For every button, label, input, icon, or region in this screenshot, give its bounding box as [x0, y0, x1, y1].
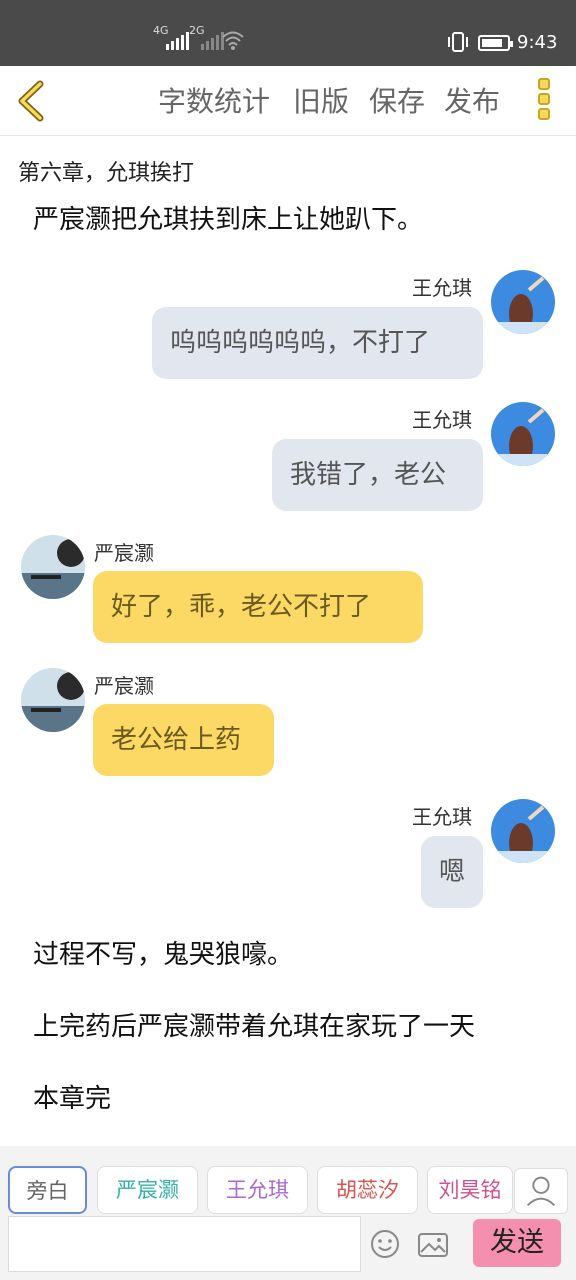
message-speaker: 王允琪	[412, 408, 472, 432]
character-chip[interactable]: 王允琪	[207, 1166, 308, 1214]
status-bar: 4G 2G 9:43	[0, 0, 576, 66]
signal-icon	[166, 32, 189, 50]
avatar-yan-chenhao[interactable]	[21, 535, 85, 599]
publish-button[interactable]: 发布	[444, 82, 500, 122]
signal-icon-2	[201, 32, 224, 50]
battery-icon	[478, 35, 513, 51]
avatar-wang-yunqi[interactable]	[491, 270, 555, 334]
emoji-icon[interactable]	[369, 1228, 401, 1260]
clock: 9:43	[517, 32, 558, 53]
character-manage-icon[interactable]	[514, 1168, 568, 1214]
message-speaker: 王允琪	[412, 805, 472, 829]
wifi-icon	[222, 31, 244, 50]
message-bubble[interactable]: 呜呜呜呜呜呜，不打了	[152, 307, 483, 379]
word-count-button[interactable]: 字数统计	[158, 82, 270, 122]
message-bubble[interactable]: 好了，乖，老公不打了	[93, 571, 423, 643]
narration-text[interactable]: 过程不写，鬼哭狼嚎。	[33, 937, 293, 973]
composer-panel: 旁白 严宸灏 王允琪 胡蕊汐 刘昊铭 发送	[0, 1146, 576, 1280]
message-bubble[interactable]: 嗯	[421, 836, 483, 908]
message-speaker: 严宸灏	[94, 674, 154, 698]
back-chevron-icon[interactable]	[14, 80, 54, 122]
avatar-wang-yunqi[interactable]	[491, 799, 555, 863]
character-chip[interactable]: 胡蕊汐	[317, 1166, 418, 1214]
old-version-button[interactable]: 旧版	[293, 82, 349, 122]
narration-text[interactable]: 本章完	[33, 1081, 111, 1117]
vibrate-icon	[448, 32, 468, 52]
save-button[interactable]: 保存	[369, 82, 425, 122]
avatar-wang-yunqi[interactable]	[491, 402, 555, 466]
message-speaker: 严宸灏	[94, 541, 154, 565]
editor-toolbar: 字数统计 旧版 保存 发布	[0, 66, 576, 136]
avatar-yan-chenhao[interactable]	[21, 668, 85, 732]
message-bubble[interactable]: 我错了，老公	[272, 439, 483, 511]
message-bubble[interactable]: 老公给上药	[93, 704, 274, 776]
character-chip-narrator[interactable]: 旁白	[8, 1166, 87, 1214]
narration-text[interactable]: 严宸灏把允琪扶到床上让她趴下。	[33, 202, 423, 238]
more-menu-icon[interactable]	[536, 78, 552, 124]
message-input[interactable]	[8, 1216, 361, 1272]
image-icon[interactable]	[417, 1232, 449, 1258]
character-chip[interactable]: 严宸灏	[97, 1166, 198, 1214]
character-chip[interactable]: 刘昊铭	[427, 1166, 513, 1214]
chapter-title[interactable]: 第六章，允琪挨打	[18, 155, 194, 187]
chapter-header: 第六章，允琪挨打	[0, 137, 576, 207]
narration-text[interactable]: 上完药后严宸灏带着允琪在家玩了一天	[33, 1009, 475, 1045]
send-button[interactable]: 发送	[473, 1219, 561, 1267]
message-speaker: 王允琪	[412, 276, 472, 300]
